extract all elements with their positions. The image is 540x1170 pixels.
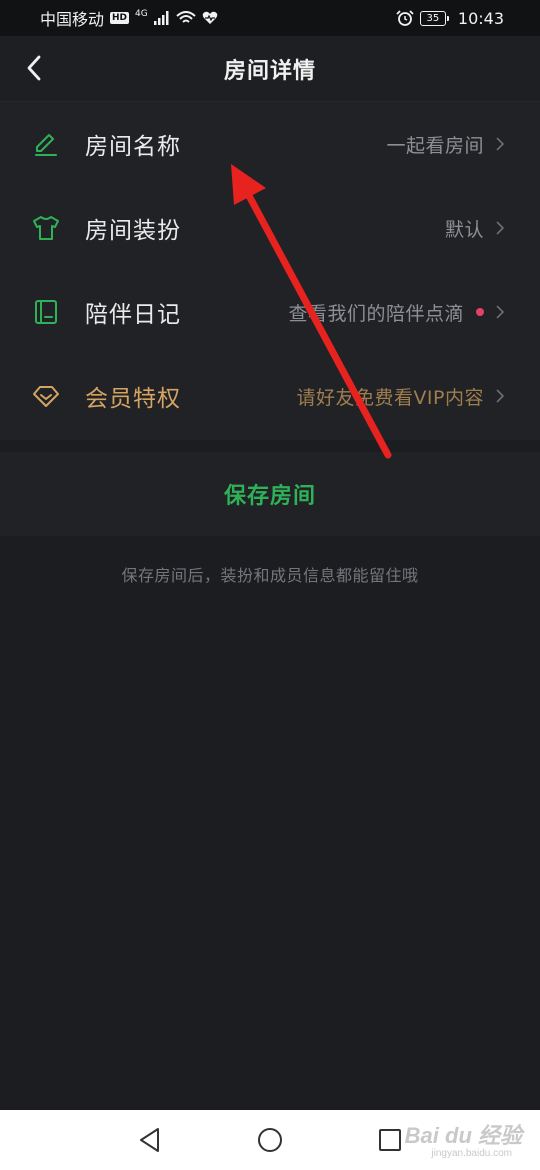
tshirt-icon [32,214,60,242]
chevron-right-icon [496,221,504,235]
network-type: 4G [135,9,148,19]
system-back-button[interactable] [130,1120,170,1160]
vip-privilege-label: 会员特权 [85,386,181,412]
room-decoration-text: 默认 [444,218,484,241]
watermark-url: jingyan.baidu.com [431,1148,512,1159]
signal-icon [153,11,169,25]
companion-diary-text: 查看我们的陪伴点滴 [288,302,464,325]
triangle-back-icon [140,1128,159,1152]
status-bar: 中国移动 HD 4G 35 10:43 [0,0,540,36]
list-item-room-decoration[interactable]: 房间装扮 默认 [0,186,540,270]
status-right: 35 10:43 [396,9,504,28]
save-room-button[interactable]: 保存房间 [224,478,316,510]
battery-icon: 35 [419,10,449,26]
notification-dot [476,308,484,316]
companion-diary-value: 查看我们的陪伴点滴 [288,299,504,326]
chevron-right-icon [496,137,504,151]
list-item-companion-diary[interactable]: 陪伴日记 查看我们的陪伴点滴 [0,270,540,354]
hd-badge: HD [110,12,130,24]
page-title: 房间详情 [223,58,316,84]
clock-time: 10:43 [457,8,504,28]
vip-privilege-value: 请好友免费看VIP内容 [296,383,504,410]
alarm-icon [396,10,414,26]
nav-header: 房间详情 [0,36,540,102]
room-name-label: 房间名称 [85,134,181,160]
square-recents-icon [379,1129,401,1151]
list-item-room-name[interactable]: 房间名称 一起看房间 [0,102,540,186]
circle-home-icon [258,1128,282,1152]
save-hint-text: 保存房间后，装扮和成员信息都能留住哦 [121,566,419,585]
diary-icon [32,298,60,326]
vip-privilege-text: 请好友免费看VIP内容 [296,386,484,409]
room-decoration-value: 默认 [445,215,504,242]
diamond-icon [32,382,60,410]
carrier-name: 中国移动 [40,10,105,29]
battery-level: 35 [426,12,440,24]
wifi-icon [176,11,196,23]
list-item-vip-privilege[interactable]: 会员特权 请好友免费看VIP内容 [0,354,540,438]
back-button[interactable] [16,50,52,86]
room-settings-list: 房间名称 一起看房间 房间装扮 默认 陪伴日记 查看我们的陪伴点滴 会员特权 请… [0,102,540,440]
chevron-left-icon [27,55,41,81]
heart-monitor-icon [202,11,218,24]
companion-diary-label: 陪伴日记 [85,302,181,328]
room-name-text: 一起看房间 [386,134,484,157]
room-name-value: 一起看房间 [386,131,504,158]
pencil-icon [32,130,60,158]
chevron-right-icon [496,389,504,403]
status-left: 中国移动 HD 4G [40,6,218,30]
save-section: 保存房间 [0,452,540,536]
room-decoration-label: 房间装扮 [85,218,181,244]
system-home-button[interactable] [250,1120,290,1160]
watermark-logo: Bai du 经验 [404,1123,522,1148]
chevron-right-icon [496,305,504,319]
